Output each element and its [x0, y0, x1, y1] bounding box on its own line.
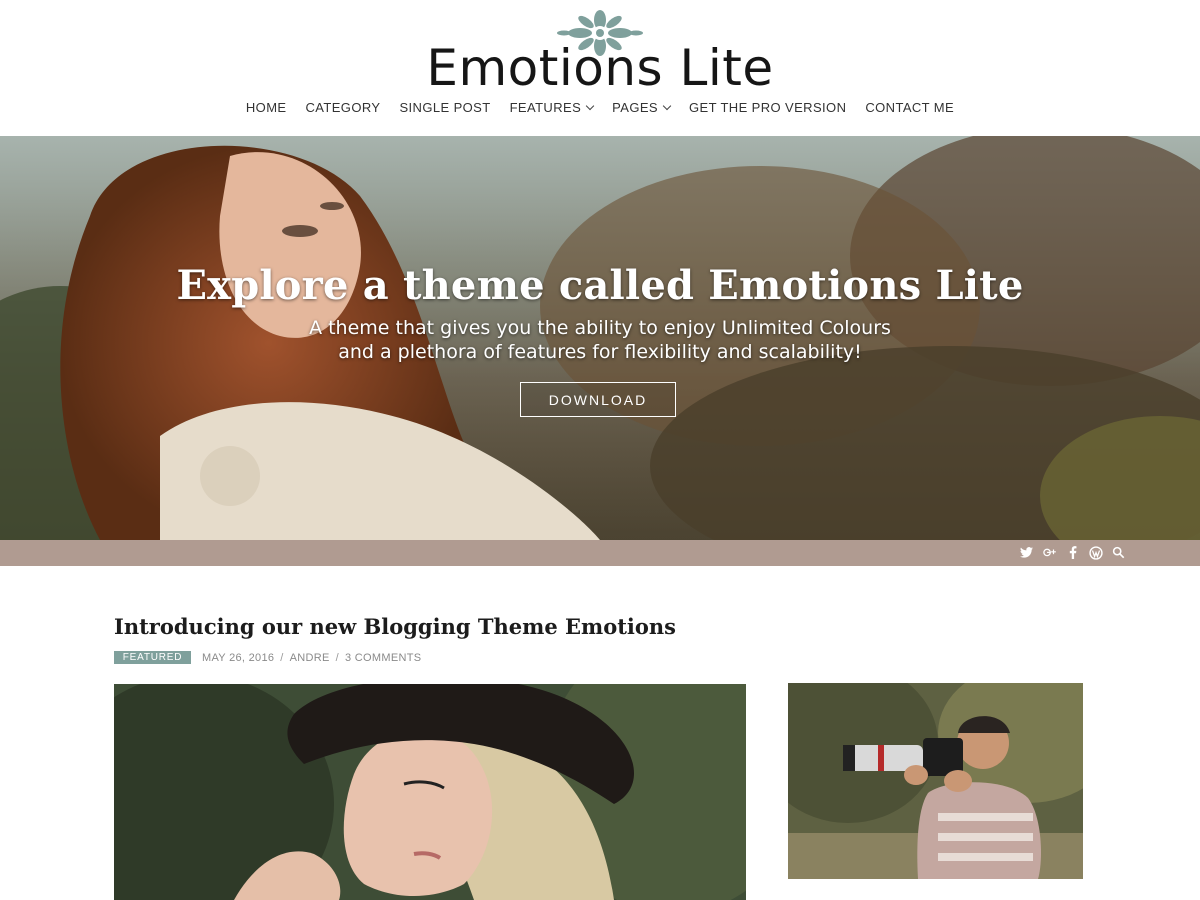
- nav-label: PAGES: [612, 100, 658, 115]
- hero-banner: Explore a theme called Emotions Lite A t…: [0, 136, 1200, 540]
- hero-title: Explore a theme called Emotions Lite: [176, 262, 1024, 309]
- google-plus-icon[interactable]: [1042, 545, 1057, 560]
- post-comments[interactable]: 3 COMMENTS: [345, 652, 421, 664]
- post-meta: FEATURED MAY 26, 2016 / ANDRE / 3 COMMEN…: [114, 651, 421, 664]
- post-featured-image[interactable]: [114, 684, 746, 900]
- hero-subtitle: A theme that gives you the ability to en…: [0, 316, 1200, 364]
- social-icons: [1019, 545, 1126, 560]
- sidebar-image[interactable]: [788, 683, 1083, 879]
- wordpress-icon[interactable]: [1088, 545, 1103, 560]
- hero-subtitle-line-2: and a plethora of features for flexibili…: [338, 341, 862, 363]
- facebook-icon[interactable]: [1065, 545, 1080, 560]
- post-title[interactable]: Introducing our new Blogging Theme Emoti…: [114, 614, 676, 639]
- nav-item-pro-version[interactable]: GET THE PRO VERSION: [689, 100, 846, 115]
- nav-label: FEATURES: [509, 100, 582, 115]
- download-button[interactable]: DOWNLOAD: [520, 382, 676, 417]
- nav-label: GET THE PRO VERSION: [688, 100, 847, 115]
- search-icon[interactable]: [1111, 545, 1126, 560]
- post-author[interactable]: ANDRE: [290, 652, 330, 664]
- chevron-down-icon: [662, 101, 672, 110]
- nav-label: CATEGORY: [305, 100, 381, 115]
- nav-label: CONTACT ME: [865, 100, 955, 115]
- social-bar: [0, 540, 1200, 566]
- meta-separator: /: [335, 651, 340, 664]
- main-nav: HOME CATEGORY SINGLE POST FEATURES PAGES…: [0, 100, 1200, 115]
- post-date[interactable]: MAY 26, 2016: [202, 652, 274, 664]
- nav-label: HOME: [245, 100, 287, 115]
- nav-item-single-post[interactable]: SINGLE POST: [399, 100, 490, 115]
- meta-separator: /: [280, 651, 284, 664]
- twitter-icon[interactable]: [1019, 545, 1034, 560]
- nav-item-home[interactable]: HOME: [246, 100, 287, 115]
- woman-in-hat-image: [114, 684, 746, 900]
- featured-badge[interactable]: FEATURED: [114, 651, 191, 664]
- site-title[interactable]: Emotions Lite: [0, 36, 1200, 100]
- nav-label: SINGLE POST: [399, 100, 491, 115]
- hero-subtitle-line-1: A theme that gives you the ability to en…: [309, 317, 891, 339]
- nav-item-contact[interactable]: CONTACT ME: [865, 100, 954, 115]
- nav-item-pages[interactable]: PAGES: [612, 100, 672, 115]
- nav-item-category[interactable]: CATEGORY: [306, 100, 381, 115]
- photographer-image: [788, 683, 1083, 879]
- nav-item-features[interactable]: FEATURES: [509, 100, 595, 115]
- site-header: Emotions Lite HOME CATEGORY SINGLE POST …: [0, 0, 1200, 136]
- chevron-down-icon: [585, 101, 595, 110]
